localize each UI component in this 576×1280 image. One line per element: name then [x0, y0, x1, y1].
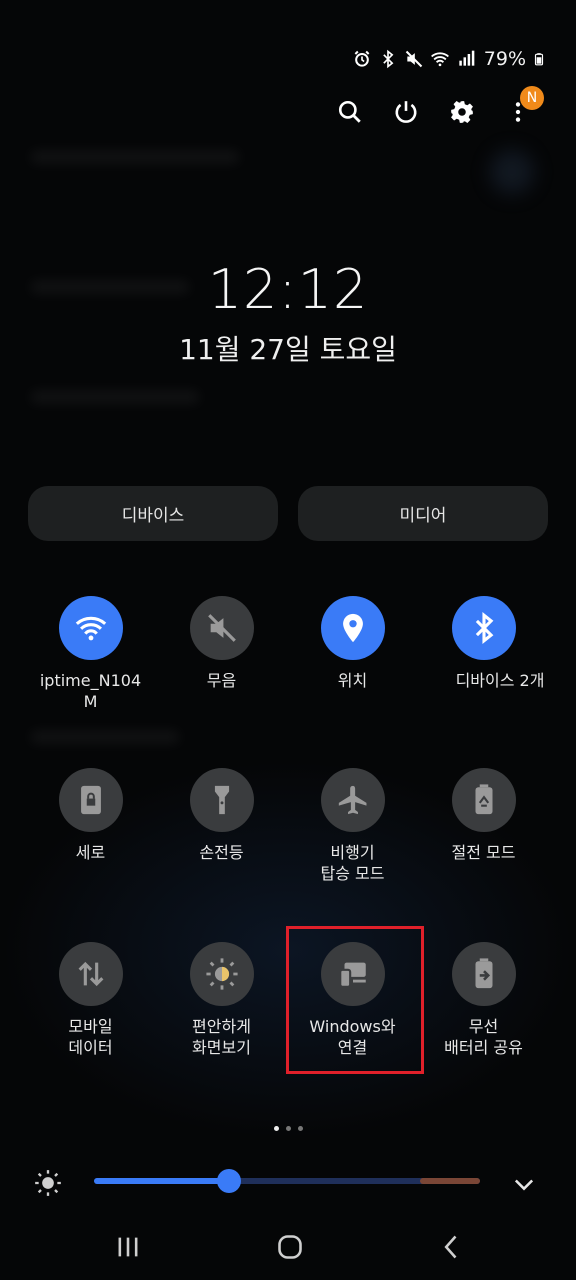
search-icon: [338, 100, 361, 123]
mobile-data-icon: [78, 961, 103, 987]
signal-icon: [459, 50, 475, 66]
tile-sound-toggle[interactable]: [189, 596, 254, 660]
highlight-box: [286, 926, 424, 1074]
tile-location[interactable]: 위치: [287, 596, 418, 691]
tile-mobile-data[interactable]: 모바일 데이터: [25, 942, 156, 1058]
home-icon: [278, 1235, 302, 1259]
flashlight-icon: [214, 785, 229, 815]
wifi-icon: [75, 616, 106, 641]
tile-flashlight-toggle[interactable]: [189, 768, 254, 832]
tile-bluetooth[interactable]: 디바이스 2개: [418, 596, 549, 691]
chevron-down-icon[interactable]: [510, 1170, 538, 1198]
alarm-icon: [354, 50, 370, 67]
power-button[interactable]: [378, 92, 434, 132]
tile-label: 절전 모드: [451, 843, 516, 862]
blurred-background: [30, 150, 240, 164]
tile-label: 모바일 데이터: [68, 1017, 113, 1057]
tile-airplane-mode[interactable]: 비행기 탑승 모드: [287, 768, 418, 884]
status-bar: 79%: [352, 48, 546, 70]
battery-percent: 79%: [483, 48, 526, 70]
tile-airplane-toggle[interactable]: [320, 768, 385, 832]
airplane-icon: [338, 785, 366, 815]
tile-portrait-lock[interactable]: 세로: [25, 768, 156, 863]
eye-comfort-icon: [205, 958, 238, 990]
battery-saver-icon: [475, 784, 492, 815]
tile-eye-comfort[interactable]: 편안하게 화면보기: [156, 942, 287, 1058]
devices-button[interactable]: 디바이스: [28, 486, 278, 541]
tile-label: 무음: [206, 671, 237, 690]
home-button[interactable]: [270, 1232, 310, 1262]
notification-badge: N: [520, 86, 544, 110]
recent-apps-icon: [118, 1237, 138, 1257]
location-icon: [342, 613, 363, 643]
brightness-slider[interactable]: [94, 1169, 480, 1193]
tile-wireless-powershare-toggle[interactable]: [451, 942, 516, 1006]
devices-label: 디바이스: [121, 506, 185, 526]
recent-apps-button[interactable]: [108, 1232, 148, 1262]
tile-flashlight[interactable]: 손전등: [156, 768, 287, 863]
page-indicator: [0, 1126, 576, 1131]
back-icon: [444, 1235, 457, 1259]
slider-fill: [94, 1178, 230, 1184]
settings-button[interactable]: [434, 92, 490, 132]
portrait-lock-icon: [80, 785, 101, 815]
tile-label: 세로: [75, 843, 106, 862]
blurred-background: [490, 150, 534, 194]
battery-icon: [534, 53, 544, 66]
page-dot: [285, 1126, 291, 1131]
tile-eye-comfort-toggle[interactable]: [189, 942, 254, 1006]
tile-bluetooth-toggle[interactable]: [451, 596, 516, 660]
search-button[interactable]: [322, 92, 378, 132]
mute-icon: [405, 50, 422, 68]
power-icon: [395, 101, 417, 123]
media-button[interactable]: 미디어: [298, 486, 548, 541]
slider-thumb[interactable]: [217, 1169, 242, 1193]
tile-wifi[interactable]: iptime_N104 M: [25, 596, 156, 712]
bluetooth-icon: [383, 49, 394, 69]
tile-power-saving[interactable]: 절전 모드: [418, 768, 549, 863]
slider-track-end: [420, 1178, 480, 1184]
tile-label: iptime_N104 M: [39, 671, 142, 711]
page-dot: [297, 1126, 303, 1131]
clock-time: 12:12: [207, 258, 369, 321]
wireless-powershare-icon: [475, 958, 492, 989]
tile-label: 위치: [337, 671, 368, 690]
back-button[interactable]: [432, 1232, 472, 1262]
tile-portrait-toggle[interactable]: [58, 768, 123, 832]
tile-label: 디바이스 2개: [455, 671, 545, 690]
tile-label: 편안하게 화면보기: [192, 1017, 251, 1057]
tile-label: 무선 배터리 공유: [444, 1017, 523, 1057]
gear-icon: [451, 101, 473, 123]
bluetooth-icon: [475, 612, 493, 644]
media-label: 미디어: [399, 506, 447, 526]
blurred-background: [30, 390, 200, 404]
more-options-button[interactable]: N: [490, 86, 546, 132]
wifi-icon: [430, 52, 449, 67]
navigation-bar: [0, 1224, 576, 1270]
tile-sound-mute[interactable]: 무음: [156, 596, 287, 691]
blurred-background: [30, 730, 180, 744]
tile-wireless-powershare[interactable]: 무선 배터리 공유: [418, 942, 549, 1058]
clock-date: 11월 27일 토요일: [179, 333, 397, 366]
tile-wifi-toggle[interactable]: [58, 596, 123, 660]
tile-mobile-data-toggle[interactable]: [58, 942, 123, 1006]
page-dot: [273, 1126, 279, 1131]
tile-power-saving-toggle[interactable]: [451, 768, 516, 832]
mute-icon: [207, 614, 236, 642]
tile-location-toggle[interactable]: [320, 596, 385, 660]
tile-label: 손전등: [199, 843, 244, 862]
tile-label: 비행기 탑승 모드: [320, 843, 385, 883]
panel-actions: N: [322, 86, 546, 132]
brightness-icon: [35, 1170, 61, 1196]
